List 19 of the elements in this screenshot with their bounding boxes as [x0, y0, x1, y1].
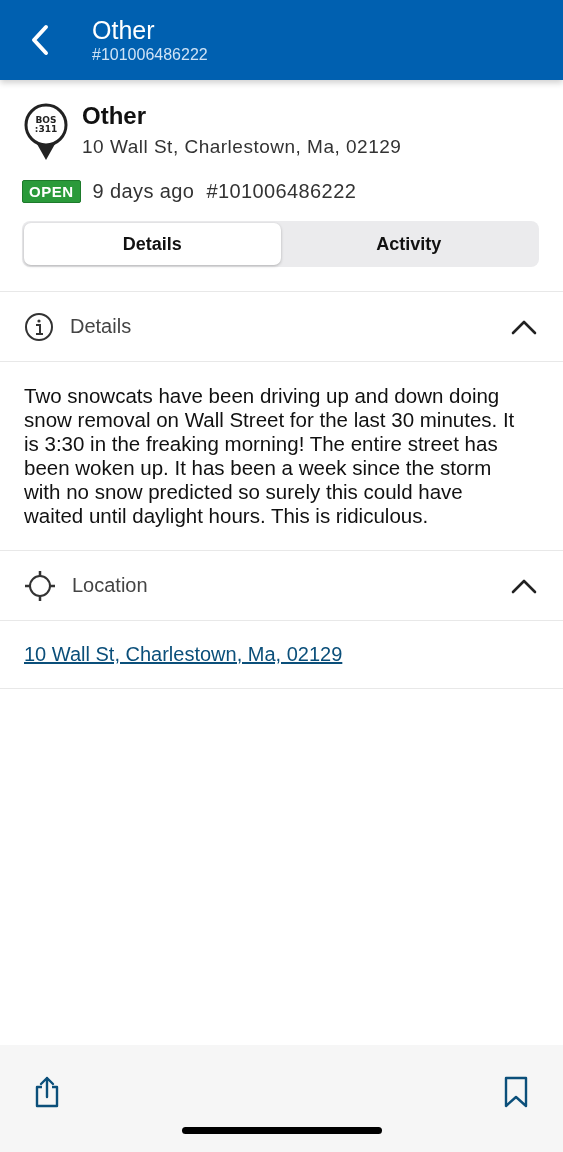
description-text: Two snowcats have been driving up and down doing snow removal on Wall Street for the last 30 minutes. It is 3:30 in the freaking morning! The entire street has been woken up. It has been a week since the storm with no snow predicted so surely this could have waited until daylight hours. This is ridiculous. [24, 384, 516, 528]
request-address: 10 Wall St, Charlestown, Ma, 02129 [82, 136, 402, 158]
tab[interactable]: Activity [280, 223, 537, 265]
screen-title: Other [92, 16, 156, 44]
screen-subtitle: #101006486222 [92, 46, 208, 64]
tab[interactable]: Details [24, 223, 281, 265]
address-link[interactable]: 10 Wall St, Charlestown, Ma, 02129 [24, 643, 343, 665]
section-title: Location [72, 574, 149, 597]
status-badge: OPEN [22, 180, 81, 203]
request-title: Other [82, 102, 147, 130]
section-header[interactable]: Details [0, 292, 563, 362]
bookmark-icon[interactable] [503, 1075, 529, 1109]
section-header[interactable]: Location [0, 551, 563, 621]
request-age: 9 days ago [92, 180, 195, 203]
back-chevron-icon [30, 24, 50, 56]
crosshair-icon [24, 569, 56, 602]
request-number: #101006486222 [206, 180, 357, 203]
section-title: Details [70, 315, 133, 338]
info-icon [24, 311, 54, 342]
